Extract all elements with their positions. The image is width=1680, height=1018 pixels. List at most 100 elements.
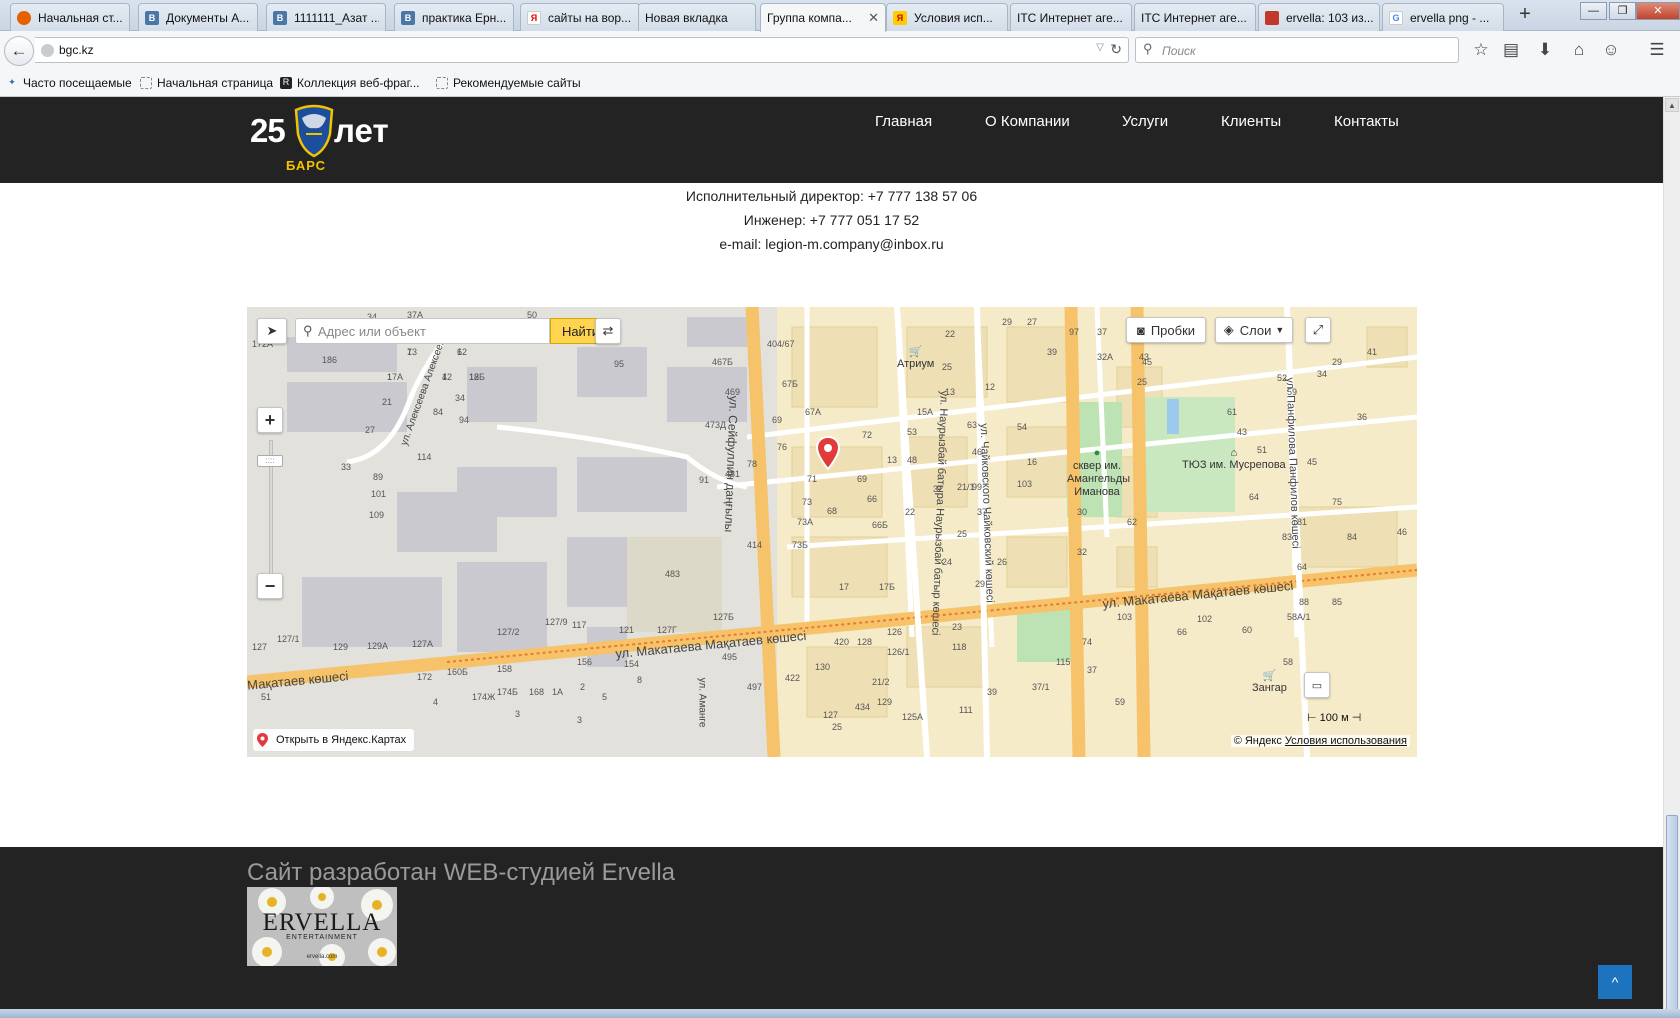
house-number: 66Б bbox=[872, 520, 888, 530]
tab-3[interactable]: Bпрактика Ерн... bbox=[394, 3, 514, 31]
bookmark-start-page[interactable]: Начальная страница bbox=[140, 76, 273, 90]
home-icon[interactable]: ⌂ bbox=[1568, 39, 1590, 61]
bookmark-most-visited[interactable]: ✦ Часто посещаемые bbox=[6, 76, 131, 90]
house-number: 24 bbox=[942, 557, 953, 567]
nav-clients[interactable]: Клиенты bbox=[1221, 113, 1281, 130]
theatre-icon: ⌂ bbox=[1230, 447, 1238, 459]
close-window-button[interactable]: ✕ bbox=[1636, 2, 1680, 20]
nav-contacts[interactable]: Контакты bbox=[1334, 113, 1399, 130]
scroll-to-top-button[interactable]: ^ bbox=[1598, 965, 1632, 999]
house-number: 45 bbox=[1307, 457, 1318, 467]
search-input[interactable]: ⚲ Поиск bbox=[1135, 37, 1459, 63]
download-icon[interactable]: ⬇ bbox=[1534, 39, 1556, 61]
scroll-up-arrow-icon[interactable]: ▲ bbox=[1665, 98, 1679, 112]
house-number: 66 bbox=[1177, 627, 1188, 637]
house-number: 127/2 bbox=[497, 627, 520, 637]
open-in-yandex-maps-link[interactable]: Открыть в Яндекс.Картах bbox=[253, 729, 415, 751]
zoom-out-button[interactable]: − bbox=[257, 573, 283, 599]
open-maps-label: Открыть в Яндекс.Картах bbox=[276, 734, 407, 746]
scale-bar-icon: ⊣ bbox=[1351, 712, 1362, 724]
house-number: 68 bbox=[827, 506, 838, 516]
house-number: 58 bbox=[1283, 657, 1294, 667]
bookmark-folder-icon: ✦ bbox=[8, 77, 16, 87]
navigation-bar: ← bgc.kz ▽ ↻ ⚲ Поиск ☆ ▤ ⬇ ⌂ ☺ ☰ bbox=[0, 31, 1680, 69]
poi-zangar[interactable]: 🛒 Зангар bbox=[1252, 669, 1287, 694]
close-tab-icon[interactable]: ✕ bbox=[864, 10, 879, 26]
zoom-in-button[interactable]: + bbox=[257, 407, 283, 433]
house-number: 32А bbox=[1097, 352, 1114, 362]
map-search-input[interactable]: ⚲ Адрес или объект bbox=[295, 318, 550, 344]
house-number: 111 bbox=[959, 705, 973, 715]
tab-2[interactable]: B 1111111_Азат ... bbox=[266, 3, 386, 31]
reading-list-icon[interactable]: ▤ bbox=[1500, 39, 1522, 61]
reload-icon[interactable]: ↻ bbox=[1110, 41, 1122, 58]
tab-1[interactable]: B Документы А... bbox=[138, 3, 258, 31]
yandex-map[interactable]: ул. Макатаева Мақатаев көшесі ул. Маката… bbox=[247, 307, 1417, 757]
tab-10[interactable]: ervella: 103 из... bbox=[1258, 3, 1380, 31]
menu-icon[interactable]: ☰ bbox=[1646, 39, 1668, 61]
house-number: 36 bbox=[1357, 412, 1368, 422]
tab-7[interactable]: Я Условия исп... bbox=[886, 3, 1008, 31]
house-number: 94 bbox=[459, 415, 470, 425]
scale-label: 100 м bbox=[1319, 712, 1349, 724]
dropdown-icon[interactable]: ▽ bbox=[1096, 42, 1104, 53]
house-number: 85 bbox=[1332, 597, 1343, 607]
tab-5[interactable]: Новая вкладка bbox=[638, 3, 756, 31]
tab-title: сайты на вор... bbox=[548, 10, 632, 25]
tab-8[interactable]: ITC Интернет аге... bbox=[1010, 3, 1132, 31]
house-number: 22 bbox=[945, 329, 956, 339]
maximize-button[interactable]: ❐ bbox=[1609, 2, 1636, 20]
fullscreen-button[interactable]: ⤢ bbox=[1305, 317, 1331, 343]
contact-email[interactable]: e-mail: legion-m.company@inbox.ru bbox=[0, 232, 1663, 256]
route-icon: ⇄ bbox=[602, 323, 614, 338]
house-number: 69 bbox=[772, 415, 783, 425]
tab-9[interactable]: ITC Интернет аге... bbox=[1134, 3, 1256, 31]
house-number: 45 bbox=[1142, 357, 1153, 367]
poi-park[interactable]: ● сквер им. Амангельды Иманова bbox=[1067, 447, 1130, 499]
poi-theatre[interactable]: ⌂ ТЮЗ им. Мусрепова bbox=[1182, 447, 1286, 471]
terms-link[interactable]: Условия использования bbox=[1285, 735, 1407, 747]
house-number: 67А bbox=[805, 407, 822, 417]
house-number: 33 bbox=[341, 462, 352, 472]
house-number: 102 bbox=[1197, 614, 1213, 624]
developer-credit: Сайт разработан WEB-студией Ervella bbox=[247, 859, 676, 886]
back-button[interactable]: ← bbox=[4, 36, 34, 66]
traffic-icon: ◙ bbox=[1136, 322, 1145, 338]
url-text[interactable]: bgc.kz bbox=[59, 43, 94, 57]
new-tab-button[interactable]: + bbox=[1514, 4, 1536, 26]
nav-about[interactable]: О Компании bbox=[985, 113, 1070, 130]
house-number: 17 bbox=[839, 582, 850, 592]
house-number: 103 bbox=[1017, 479, 1033, 489]
url-bar[interactable]: bgc.kz ▽ ↻ bbox=[35, 37, 1129, 63]
director-phone: Исполнительный директор: +7 777 138 57 0… bbox=[685, 188, 978, 204]
house-number: 481 bbox=[725, 469, 741, 479]
layers-button[interactable]: ◈ Слои ▼ bbox=[1215, 317, 1293, 343]
ervella-logo[interactable]: ERVELLA ENTERTAINMENT ervella.com bbox=[247, 887, 397, 966]
tab-title: Начальная ст... bbox=[38, 10, 123, 25]
site-logo[interactable]: 25 лет БАРС bbox=[248, 100, 389, 176]
house-number: 22 bbox=[905, 507, 916, 517]
poi-atrium[interactable]: 🛒 Атриум bbox=[897, 345, 934, 370]
route-button[interactable]: ⇄ bbox=[595, 318, 621, 344]
traffic-button[interactable]: ◙ Пробки bbox=[1126, 317, 1206, 343]
ruler-button[interactable]: ▭ bbox=[1304, 672, 1330, 698]
tab-4[interactable]: Ясайты на вор... bbox=[520, 3, 640, 31]
nav-services[interactable]: Услуги bbox=[1122, 113, 1168, 130]
tab-11[interactable]: Gervella png - ... bbox=[1382, 3, 1504, 31]
star-icon[interactable]: ☆ bbox=[1470, 39, 1492, 61]
page-scrollbar[interactable]: ▲ bbox=[1663, 97, 1680, 1018]
nav-home[interactable]: Главная bbox=[875, 113, 932, 130]
chat-icon[interactable]: ☺ bbox=[1600, 39, 1622, 61]
tab-6-active[interactable]: Группа компа... ✕ bbox=[760, 3, 886, 32]
geolocation-button[interactable]: ➤ bbox=[257, 318, 287, 344]
house-number: 29 bbox=[975, 579, 986, 589]
scrollbar-thumb[interactable] bbox=[1666, 815, 1678, 1011]
bookmark-web-slices[interactable]: R Коллекция веб-фраг... bbox=[280, 76, 420, 90]
minimize-button[interactable]: — bbox=[1580, 2, 1607, 20]
map-canvas[interactable] bbox=[247, 307, 1417, 757]
house-number: 115 bbox=[1056, 657, 1071, 667]
zoom-slider-handle[interactable]: :::: bbox=[257, 455, 283, 467]
house-number: 67Б bbox=[782, 379, 798, 389]
tab-0[interactable]: Начальная ст... bbox=[10, 3, 130, 31]
bookmark-suggested-sites[interactable]: Рекомендуемые сайты bbox=[436, 76, 581, 90]
